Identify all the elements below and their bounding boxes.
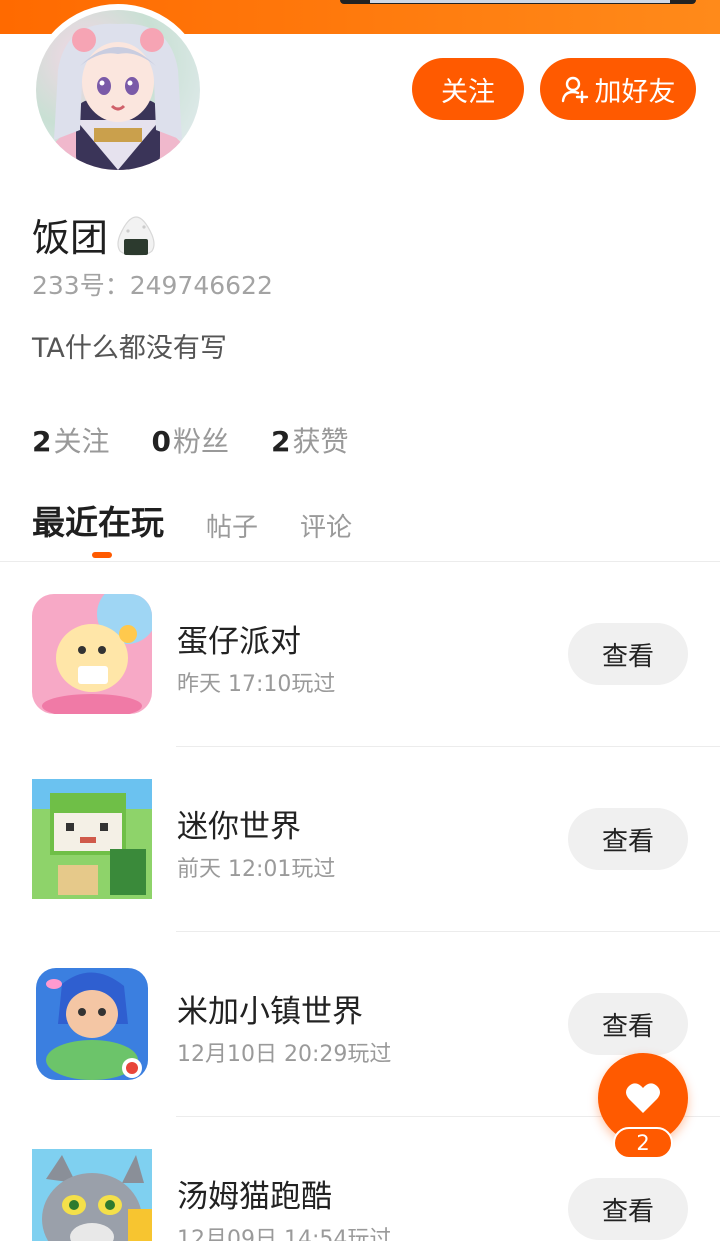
view-button[interactable]: 查看 (568, 993, 688, 1055)
user-id: 233号：249746622 (32, 271, 273, 300)
tab-comments[interactable]: 评论 (300, 507, 352, 544)
stat-likes-label: 获赞 (292, 425, 349, 458)
follow-button[interactable]: 关注 (412, 58, 524, 120)
tab-recent-played-label: 最近在玩 (32, 503, 164, 542)
username: 饭团 (32, 207, 158, 262)
tab-recent-played[interactable]: 最近在玩 (32, 496, 164, 558)
game-name: 汤姆猫跑酷 (177, 1179, 332, 1215)
user-bio: TA什么都没有写 (32, 333, 227, 364)
stat-fans-count: 0 (151, 425, 171, 458)
like-count-badge: 2 (613, 1127, 673, 1159)
tab-posts[interactable]: 帖子 (206, 507, 258, 544)
username-text: 饭团 (32, 216, 109, 260)
profile-tabs: 最近在玩 帖子 评论 (32, 496, 352, 558)
list-item[interactable]: 汤姆猫跑酷 12月09日 14:54玩过 查看 (0, 1117, 720, 1241)
game-played-time: 昨天 17:10玩过 (177, 672, 336, 697)
add-user-icon (561, 76, 588, 103)
stat-following-label: 关注 (53, 425, 110, 458)
stat-following-count: 2 (32, 425, 52, 458)
stat-following[interactable]: 2关注 (32, 420, 110, 460)
avatar[interactable] (30, 4, 206, 176)
add-friend-label: 加好友 (594, 76, 676, 108)
avatar-illustration (48, 23, 188, 170)
view-button[interactable]: 查看 (568, 623, 688, 685)
game-list: 蛋仔派对 昨天 17:10玩过 查看 迷你世界 前天 12:01玩过 查看 米加… (0, 562, 720, 1241)
view-button-label: 查看 (601, 826, 654, 857)
game-icon-miga-town[interactable] (32, 964, 152, 1084)
view-button[interactable]: 查看 (568, 808, 688, 870)
profile-stats: 2关注 0粉丝 2获赞 (32, 420, 349, 460)
view-button-label: 查看 (601, 1196, 654, 1227)
game-icon-eggy-party[interactable] (32, 594, 152, 714)
active-tab-indicator (92, 552, 112, 558)
status-strip (340, 0, 696, 4)
game-name: 米加小镇世界 (177, 994, 363, 1030)
game-name: 蛋仔派对 (177, 624, 301, 660)
game-icon-talking-tom-run[interactable] (32, 1149, 152, 1241)
view-button[interactable]: 查看 (568, 1178, 688, 1240)
view-button-label: 查看 (601, 1011, 654, 1042)
game-icon-mini-world[interactable] (32, 779, 152, 899)
onigiri-icon (117, 215, 155, 256)
heart-icon (626, 1083, 660, 1113)
game-name: 迷你世界 (177, 809, 301, 845)
stat-likes[interactable]: 2获赞 (271, 420, 349, 460)
game-played-time: 12月09日 14:54玩过 (177, 1227, 392, 1241)
stat-fans-label: 粉丝 (172, 425, 229, 458)
tab-comments-label: 评论 (300, 513, 353, 543)
stat-likes-count: 2 (271, 425, 291, 458)
list-item[interactable]: 蛋仔派对 昨天 17:10玩过 查看 (0, 562, 720, 747)
view-button-label: 查看 (601, 641, 654, 672)
game-played-time: 12月10日 20:29玩过 (177, 1042, 392, 1067)
list-item[interactable]: 迷你世界 前天 12:01玩过 查看 (0, 747, 720, 932)
follow-button-label: 关注 (441, 76, 495, 108)
avatar-image (36, 10, 200, 170)
tab-posts-label: 帖子 (206, 513, 259, 543)
game-played-time: 前天 12:01玩过 (177, 857, 336, 882)
stat-fans[interactable]: 0粉丝 (152, 420, 230, 460)
add-friend-button[interactable]: 加好友 (540, 58, 696, 120)
